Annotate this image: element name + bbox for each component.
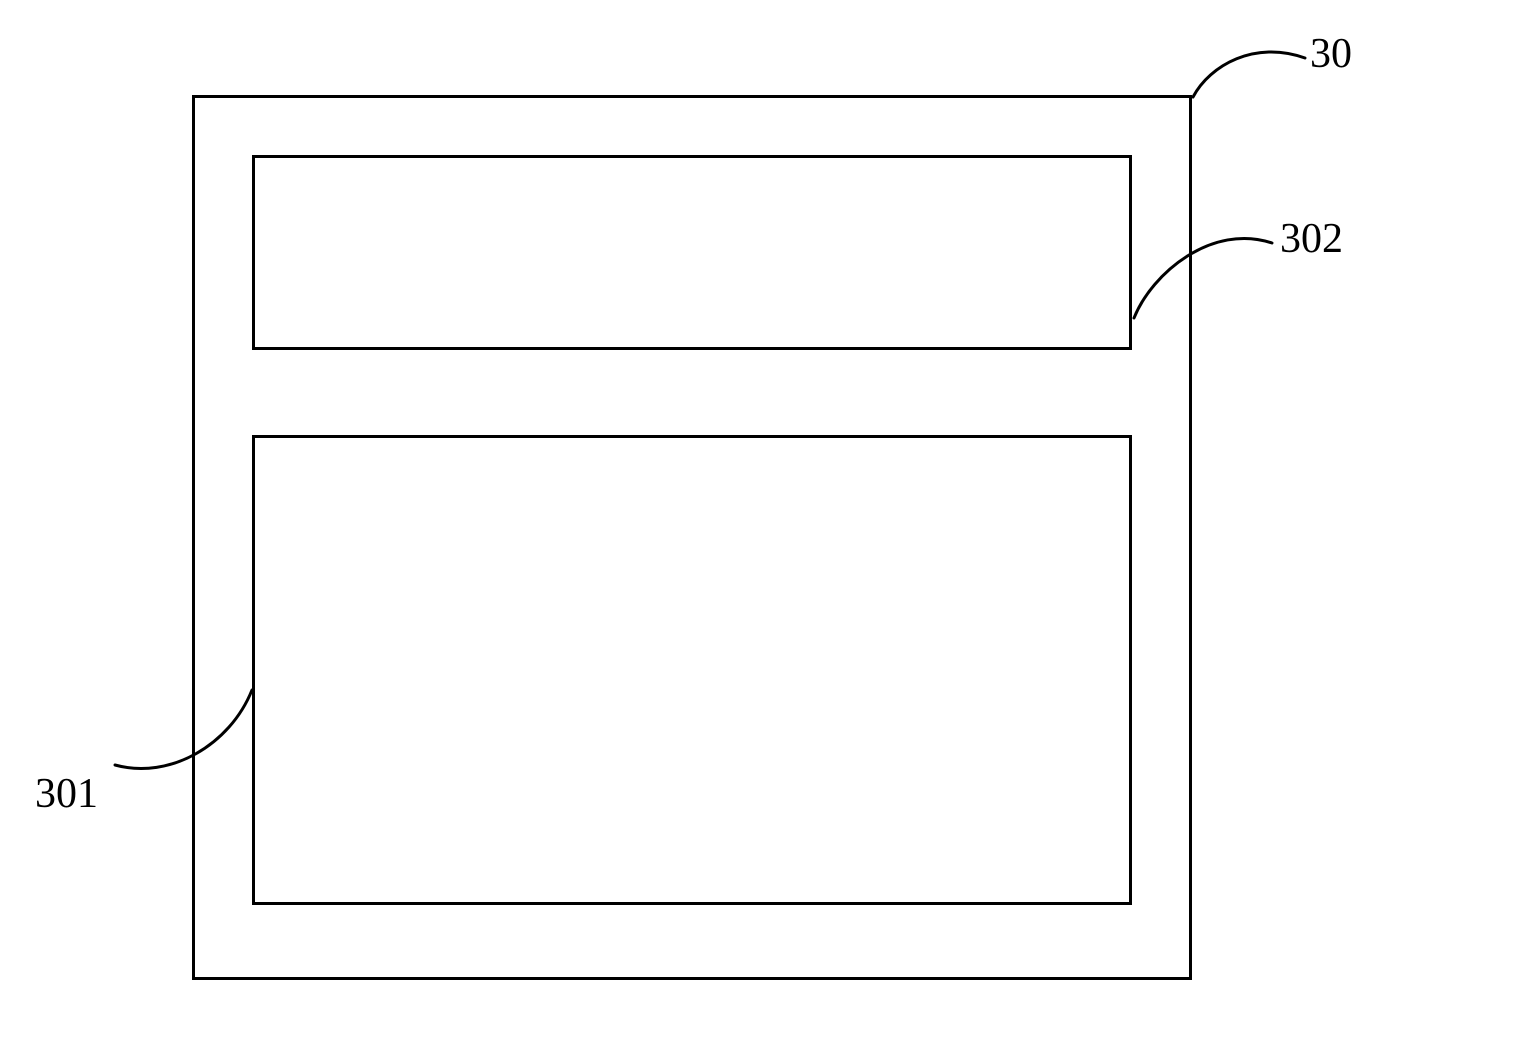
- label-top-inner: 302: [1280, 215, 1343, 263]
- label-outer: 30: [1310, 30, 1352, 78]
- leader-line-bottom-inner: [90, 685, 260, 805]
- top-inner-box: [252, 155, 1132, 350]
- diagram-canvas: 30 302 301: [0, 0, 1531, 1040]
- label-bottom-inner: 301: [35, 770, 98, 818]
- bottom-inner-box: [252, 435, 1132, 905]
